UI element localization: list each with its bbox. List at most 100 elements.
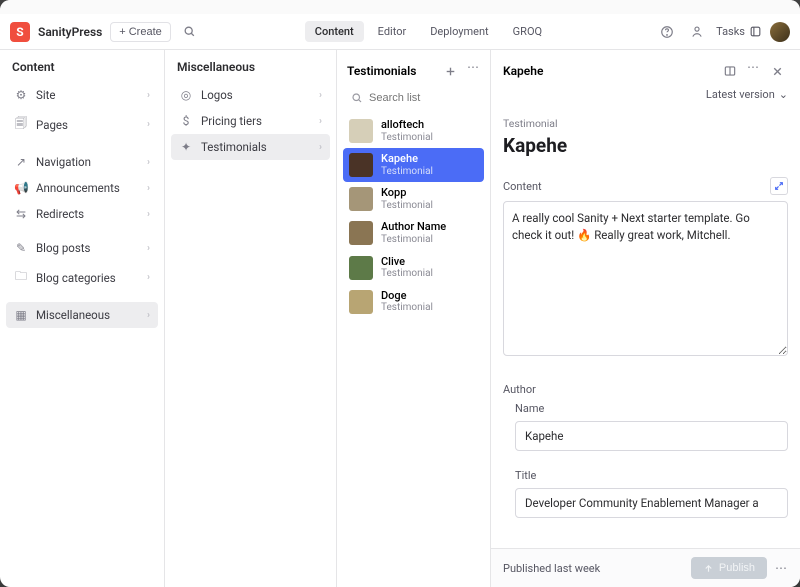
testimonial-thumb	[349, 290, 373, 314]
nav-groq[interactable]: GROQ	[503, 21, 552, 42]
document-header: Kapehe ⋯	[491, 50, 800, 86]
search-icon	[351, 92, 363, 104]
activity-button[interactable]	[686, 21, 708, 43]
chevron-right-icon: ›	[147, 209, 150, 220]
user-avatar[interactable]	[770, 22, 790, 42]
testimonial-name: Kopp	[381, 187, 433, 200]
misc-item-pricing-tiers[interactable]: $Pricing tiers›	[171, 108, 330, 134]
help-button[interactable]	[656, 21, 678, 43]
sidebar-item-blog-posts[interactable]: ✎ Blog posts ›	[6, 235, 158, 261]
version-selector[interactable]: Latest version ⌄	[491, 86, 800, 111]
item-label: Testimonials	[201, 140, 267, 154]
item-icon: 📢	[14, 181, 28, 195]
author-section-label: Author	[503, 383, 788, 396]
name-input[interactable]	[515, 421, 788, 451]
testimonials-list: alloftechTestimonialKapeheTestimonialKop…	[337, 114, 490, 319]
item-label: Blog posts	[36, 241, 90, 255]
search-box	[347, 88, 480, 108]
search-icon	[183, 25, 196, 38]
item-label: Miscellaneous	[36, 308, 110, 322]
misc-item-testimonials[interactable]: ✦Testimonials›	[171, 134, 330, 160]
plus-icon	[444, 65, 457, 78]
testimonial-thumb	[349, 256, 373, 280]
testimonial-thumb	[349, 119, 373, 143]
document-body: Testimonial Kapehe Content Author Name T…	[491, 111, 800, 548]
sidebar-item-redirects[interactable]: ⇆Redirects›	[6, 201, 158, 227]
version-label: Latest version	[706, 88, 775, 101]
chevron-right-icon: ›	[147, 272, 150, 283]
published-status: Published last week	[503, 562, 600, 575]
item-icon: $	[179, 114, 193, 128]
item-icon: ✎	[14, 241, 28, 255]
testimonial-sub: Testimonial	[381, 234, 446, 246]
sidebar-item-blog-categories[interactable]: 🗀 Blog categories ›	[6, 261, 158, 294]
chevron-right-icon: ›	[147, 243, 150, 254]
item-icon: 🗐	[14, 114, 28, 135]
testimonial-sub: Testimonial	[381, 268, 433, 280]
testimonial-item[interactable]: Author NameTestimonial	[343, 216, 484, 250]
sidebar-item-pages[interactable]: 🗐Pages›	[6, 108, 158, 141]
testimonials-more-button[interactable]: ⋯	[467, 60, 480, 82]
testimonial-item[interactable]: DogeTestimonial	[343, 285, 484, 319]
testimonial-item[interactable]: KapeheTestimonial	[343, 148, 484, 182]
item-label: Navigation	[36, 155, 91, 169]
item-label: Pages	[36, 118, 68, 132]
nav-deployment[interactable]: Deployment	[420, 21, 498, 42]
document-title: Kapehe	[503, 134, 788, 157]
nav-content[interactable]: Content	[305, 21, 364, 42]
activity-icon	[690, 25, 704, 39]
chevron-right-icon: ›	[319, 90, 322, 101]
sidebar-item-site[interactable]: ⚙Site›	[6, 82, 158, 108]
item-label: Announcements	[36, 181, 120, 195]
add-testimonial-button[interactable]	[439, 60, 461, 82]
testimonial-thumb	[349, 153, 373, 177]
item-icon: ⚙	[14, 88, 28, 102]
footer-more-button[interactable]: ⋯	[775, 561, 788, 575]
column-misc-header: Miscellaneous	[165, 50, 336, 82]
sidebar-item-announcements[interactable]: 📢 Announcements ›	[6, 175, 158, 201]
content-textarea[interactable]	[503, 201, 788, 356]
testimonial-sub: Testimonial	[381, 132, 433, 144]
content-field-label: Content	[503, 177, 788, 195]
item-label: Site	[36, 88, 56, 102]
document-more-button[interactable]: ⋯	[747, 60, 760, 82]
testimonial-name: alloftech	[381, 119, 433, 132]
testimonial-item[interactable]: alloftechTestimonial	[343, 114, 484, 148]
sidebar-item-miscellaneous[interactable]: ▦Miscellaneous›	[6, 302, 158, 328]
misc-item-logos[interactable]: ◎ Logos ›	[171, 82, 330, 108]
item-icon: ✦	[179, 140, 193, 154]
close-panel-button[interactable]	[766, 60, 788, 82]
search-input[interactable]	[347, 88, 480, 108]
nav-editor[interactable]: Editor	[368, 21, 417, 42]
item-label: Blog categories	[36, 271, 116, 285]
search-button[interactable]	[179, 21, 201, 43]
chevron-right-icon: ›	[147, 183, 150, 194]
tasks-icon	[749, 25, 762, 38]
expand-content-button[interactable]	[770, 177, 788, 195]
item-icon: ◎	[179, 88, 193, 102]
item-label: Pricing tiers	[201, 114, 262, 128]
panel-split-button[interactable]	[719, 60, 741, 82]
publish-icon	[703, 563, 714, 574]
split-icon	[723, 64, 737, 78]
testimonial-name: Author Name	[381, 221, 446, 234]
testimonial-item[interactable]: KoppTestimonial	[343, 182, 484, 216]
item-label: Logos	[201, 88, 233, 102]
create-label: Create	[129, 26, 162, 38]
testimonial-sub: Testimonial	[381, 200, 433, 212]
app-logo: S	[10, 22, 30, 42]
item-icon: 🗀	[14, 267, 28, 288]
tasks-button[interactable]: Tasks	[716, 25, 762, 38]
create-button[interactable]: + Create	[110, 22, 170, 42]
column-content-header: Content	[0, 50, 164, 82]
document-header-title: Kapehe	[503, 64, 543, 78]
title-input[interactable]	[515, 488, 788, 518]
testimonials-title: Testimonials	[347, 64, 416, 78]
testimonial-item[interactable]: CliveTestimonial	[343, 251, 484, 285]
sidebar-item-navigation[interactable]: ↗Navigation›	[6, 149, 158, 175]
item-icon: ⇆	[14, 207, 28, 221]
item-icon: ▦	[14, 308, 28, 322]
testimonial-name: Kapehe	[381, 153, 433, 166]
app-window: S SanityPress + Create Content Editor De…	[0, 0, 800, 587]
publish-button[interactable]: Publish	[691, 557, 767, 579]
